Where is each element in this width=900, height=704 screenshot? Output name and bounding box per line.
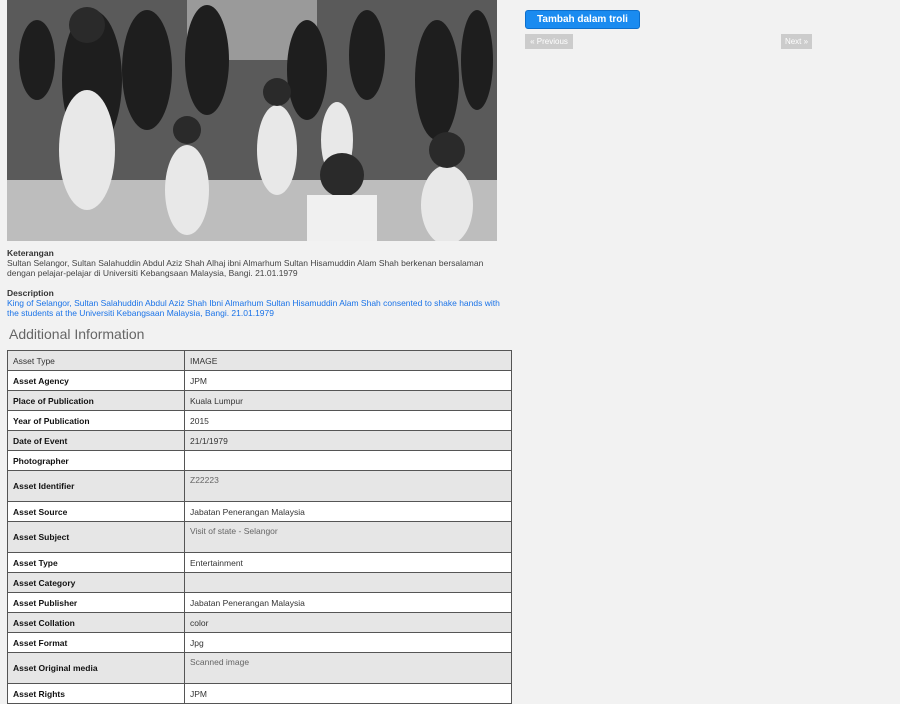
table-row: Year of Publication 2015 [7,410,512,431]
table-row: Asset Original media Scanned image [7,652,512,684]
row-key: Asset Type [7,552,185,573]
row-key: Asset Original media [7,652,185,684]
table-row: Asset Subject Visit of state - Selangor [7,521,512,553]
row-key: Asset Type [7,350,185,371]
row-value: 21/1/1979 [184,430,512,451]
row-value: Scanned image [184,652,512,684]
table-row: Asset Type Entertainment [7,552,512,573]
row-key: Asset Source [7,501,185,522]
row-key: Place of Publication [7,390,185,411]
row-value: color [184,612,512,633]
row-key: Asset Format [7,632,185,653]
row-key: Asset Publisher [7,592,185,613]
row-value: Visit of state - Selangor [184,521,512,553]
table-row: Asset Rights JPM [7,683,512,704]
table-row: Photographer [7,450,512,471]
row-value: Jabatan Penerangan Malaysia [184,592,512,613]
row-value: JPM [184,683,512,704]
additional-information-title: Additional Information [9,326,145,342]
table-row: Asset Format Jpg [7,632,512,653]
archive-photo [7,0,497,241]
row-value [184,450,512,471]
row-key: Year of Publication [7,410,185,431]
row-key: Asset Identifier [7,470,185,502]
table-row: Date of Event 21/1/1979 [7,430,512,451]
table-row: Asset Collation color [7,612,512,633]
table-row: Place of Publication Kuala Lumpur [7,390,512,411]
additional-information-table: Asset Type IMAGE Asset Agency JPM Place … [7,350,512,704]
row-value [184,572,512,593]
row-key: Asset Agency [7,370,185,391]
keterangan-text: Sultan Selangor, Sultan Salahuddin Abdul… [7,258,484,278]
description-block: Description King of Selangor, Sultan Sal… [7,288,512,318]
table-row: Asset Type IMAGE [7,350,512,371]
row-key: Asset Rights [7,683,185,704]
row-value: Entertainment [184,552,512,573]
table-row: Asset Source Jabatan Penerangan Malaysia [7,501,512,522]
table-row: Asset Publisher Jabatan Penerangan Malay… [7,592,512,613]
photo-image-icon [7,0,497,241]
row-key: Asset Subject [7,521,185,553]
row-value: 2015 [184,410,512,431]
row-key: Asset Collation [7,612,185,633]
description-label: Description [7,288,54,298]
row-value: Jpg [184,632,512,653]
keterangan-label: Keterangan [7,248,54,258]
row-key: Date of Event [7,430,185,451]
add-to-cart-button[interactable]: Tambah dalam troli [525,10,640,29]
table-row: Asset Identifier Z22223 [7,470,512,502]
row-key: Asset Category [7,572,185,593]
previous-button[interactable]: « Previous [525,34,573,49]
row-value: Kuala Lumpur [184,390,512,411]
row-value: IMAGE [184,350,512,371]
row-key: Photographer [7,450,185,471]
keterangan-block: Keterangan Sultan Selangor, Sultan Salah… [7,248,512,278]
row-value: Z22223 [184,470,512,502]
row-value: Jabatan Penerangan Malaysia [184,501,512,522]
next-button[interactable]: Next » [781,34,812,49]
row-value: JPM [184,370,512,391]
table-row: Asset Agency JPM [7,370,512,391]
description-text: King of Selangor, Sultan Salahuddin Abdu… [7,298,500,318]
table-row: Asset Category [7,572,512,593]
